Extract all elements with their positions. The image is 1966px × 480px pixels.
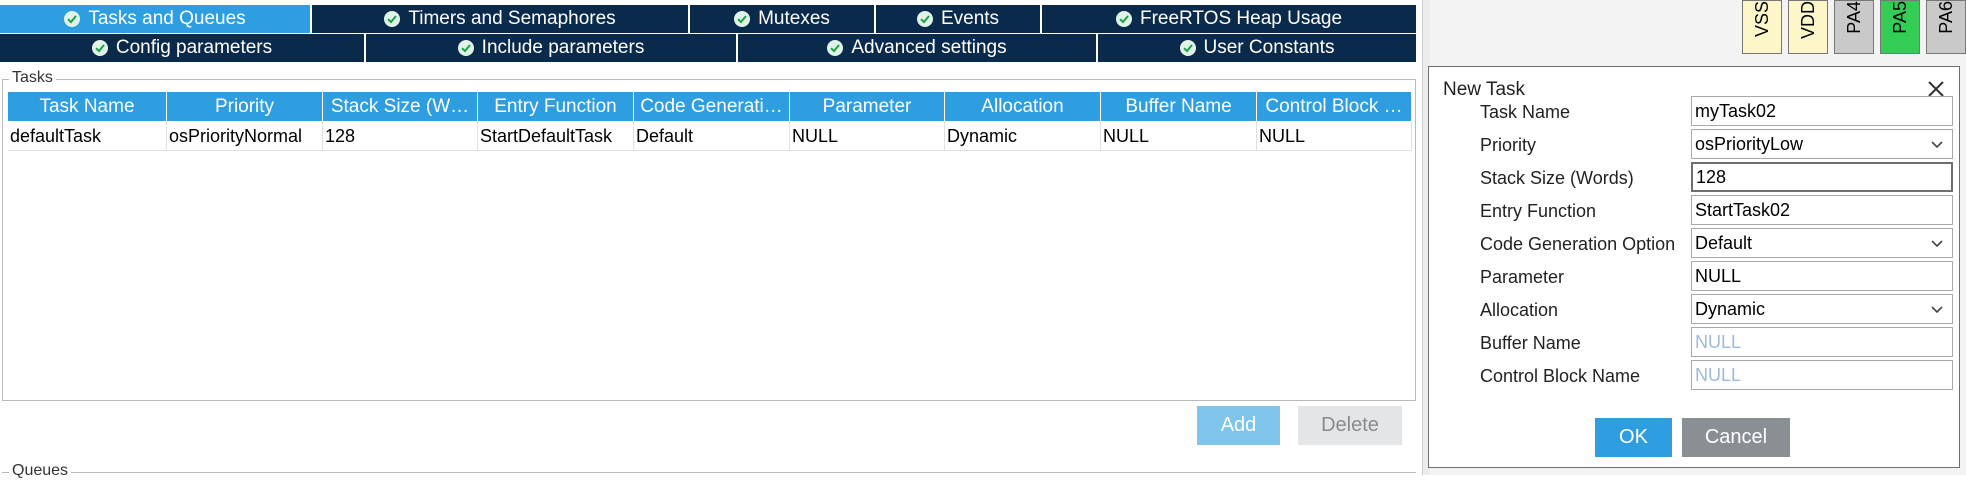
tab-label: Events xyxy=(940,8,1000,29)
table-row[interactable]: defaultTask osPriorityNormal 128 StartDe… xyxy=(8,122,1412,151)
tab-timers-and-semaphores[interactable]: Timers and Semaphores xyxy=(312,5,690,33)
field-label: Code Generation Option xyxy=(1480,234,1676,254)
tab-label: Config parameters xyxy=(115,37,273,58)
tasks-table-header: Task Name Priority Stack Size (W… Entry … xyxy=(8,92,1412,121)
allocation-select[interactable]: Dynamic xyxy=(1691,294,1953,324)
check-circle-icon xyxy=(64,11,81,27)
field-label: Priority xyxy=(1480,135,1537,155)
column-header[interactable]: Control Block … xyxy=(1257,92,1412,121)
pin-label: VDD xyxy=(1797,1,1818,40)
check-circle-icon xyxy=(91,40,108,56)
pin-label: PA4 xyxy=(1843,1,1864,34)
tab-advanced-settings[interactable]: Advanced settings xyxy=(738,34,1098,62)
check-circle-icon xyxy=(384,11,401,27)
column-header[interactable]: Parameter xyxy=(790,92,945,121)
field-label: Parameter xyxy=(1480,267,1565,287)
table-cell: Dynamic xyxy=(945,122,1101,151)
ok-button[interactable]: OK xyxy=(1595,418,1672,457)
tab-events[interactable]: Events xyxy=(876,5,1042,33)
allocation-value: Dynamic xyxy=(1695,298,1766,319)
check-circle-icon xyxy=(1179,40,1196,56)
tab-bar-row2: Config parameters Include parameters Adv… xyxy=(0,34,1416,62)
table-cell: osPriorityNormal xyxy=(167,122,323,151)
table-cell: defaultTask xyxy=(8,122,167,151)
pin-pa5[interactable]: PA5 xyxy=(1880,0,1920,54)
column-header[interactable]: Task Name xyxy=(8,92,167,121)
delete-button[interactable]: Delete xyxy=(1298,406,1402,445)
column-header[interactable]: Priority xyxy=(167,92,323,121)
tab-bar-row1: Tasks and Queues Timers and Semaphores M… xyxy=(0,5,1416,33)
chevron-down-icon xyxy=(1931,240,1943,248)
column-header[interactable]: Code Generati… xyxy=(634,92,790,121)
column-header[interactable]: Stack Size (W… xyxy=(323,92,478,121)
check-circle-icon xyxy=(734,11,751,27)
column-header[interactable]: Entry Function xyxy=(478,92,634,121)
tab-user-constants[interactable]: User Constants xyxy=(1098,34,1416,62)
table-cell: NULL xyxy=(1257,122,1412,151)
tab-label: User Constants xyxy=(1203,37,1335,58)
pin-vdd[interactable]: VDD xyxy=(1788,0,1828,54)
table-cell: NULL xyxy=(790,122,945,151)
buffer-name-input[interactable]: NULL xyxy=(1691,327,1953,357)
field-label: Buffer Name xyxy=(1480,333,1581,353)
tab-label: Mutexes xyxy=(758,8,830,29)
field-label: Allocation xyxy=(1480,300,1559,320)
queues-legend: Queues xyxy=(9,462,72,480)
column-header[interactable]: Allocation xyxy=(945,92,1101,121)
field-label: Task Name xyxy=(1480,102,1571,122)
tab-config-parameters[interactable]: Config parameters xyxy=(0,34,366,62)
pin-vss[interactable]: VSS xyxy=(1742,0,1782,54)
table-cell: StartDefaultTask xyxy=(478,122,634,151)
priority-value: osPriorityLow xyxy=(1695,133,1804,154)
tab-mutexes[interactable]: Mutexes xyxy=(690,5,876,33)
tab-label: Include parameters xyxy=(481,37,645,58)
pin-pa6[interactable]: PA6 xyxy=(1926,0,1966,54)
parameter-input[interactable]: NULL xyxy=(1691,261,1953,291)
tasks-legend: Tasks xyxy=(9,69,56,87)
field-label: Control Block Name xyxy=(1480,366,1641,386)
field-label: Entry Function xyxy=(1480,201,1597,221)
add-button[interactable]: Add xyxy=(1197,406,1280,445)
tab-include-parameters[interactable]: Include parameters xyxy=(366,34,738,62)
code-generation-value: Default xyxy=(1695,232,1753,253)
column-header[interactable]: Buffer Name xyxy=(1101,92,1257,121)
cancel-button[interactable]: Cancel xyxy=(1682,418,1790,457)
check-circle-icon xyxy=(457,40,474,56)
entry-function-input[interactable]: StartTask02 xyxy=(1691,195,1953,225)
check-circle-icon xyxy=(827,40,844,56)
pin-label: VSS xyxy=(1751,1,1772,38)
new-task-dialog: New Task Task Name myTask02 Priority osP… xyxy=(1428,66,1960,468)
field-label: Stack Size (Words) xyxy=(1480,168,1634,188)
tab-label: Advanced settings xyxy=(851,37,1007,58)
check-circle-icon xyxy=(1115,11,1132,27)
pin-pa4[interactable]: PA4 xyxy=(1834,0,1874,54)
tab-tasks-and-queues[interactable]: Tasks and Queues xyxy=(0,5,312,33)
tab-label: Timers and Semaphores xyxy=(408,8,616,29)
dialog-title: New Task xyxy=(1443,79,1526,100)
chevron-down-icon xyxy=(1931,306,1943,314)
priority-select[interactable]: osPriorityLow xyxy=(1691,129,1953,159)
task-name-input[interactable]: myTask02 xyxy=(1691,96,1953,126)
table-cell: 128 xyxy=(323,122,478,151)
tab-freertos-heap-usage[interactable]: FreeRTOS Heap Usage xyxy=(1042,5,1416,33)
pin-label: PA5 xyxy=(1889,1,1910,34)
stack-size-input[interactable]: 128 xyxy=(1691,162,1953,192)
control-block-name-input[interactable]: NULL xyxy=(1691,360,1953,390)
check-circle-icon xyxy=(916,11,933,27)
table-cell: NULL xyxy=(1101,122,1257,151)
table-cell: Default xyxy=(634,122,790,151)
code-generation-select[interactable]: Default xyxy=(1691,228,1953,258)
tab-label: Tasks and Queues xyxy=(88,8,246,29)
tab-label: FreeRTOS Heap Usage xyxy=(1139,8,1343,29)
pin-label: PA6 xyxy=(1935,1,1956,34)
chevron-down-icon xyxy=(1931,141,1943,149)
